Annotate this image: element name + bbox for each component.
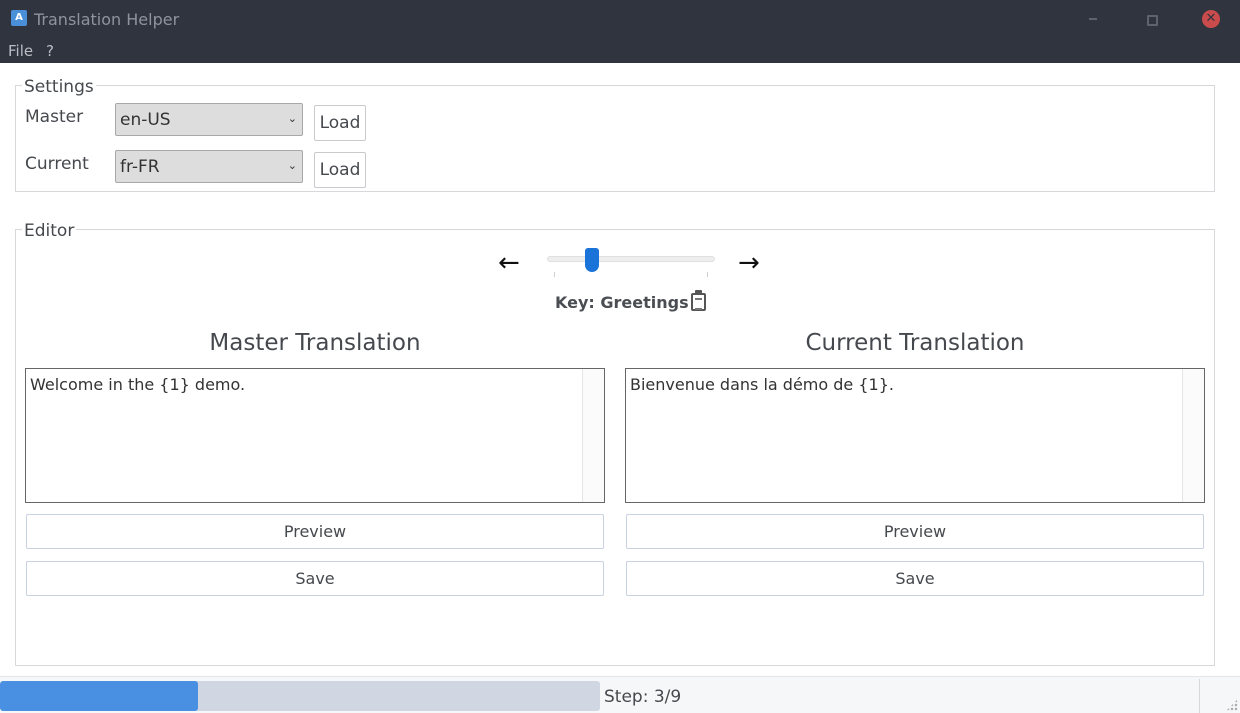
clipboard-icon[interactable] [690, 290, 706, 311]
menu-help[interactable]: ? [46, 43, 54, 60]
master-translation-title: Master Translation [209, 330, 421, 356]
master-save-button[interactable]: Save [26, 561, 604, 596]
master-scrollbar[interactable] [582, 369, 604, 502]
slider-handle[interactable] [585, 248, 599, 272]
status-bar: Step: 3/9 [0, 676, 1240, 713]
current-scrollbar[interactable] [1182, 369, 1204, 502]
chevron-down-icon: ⌄ [287, 159, 297, 172]
status-separator [1199, 679, 1200, 713]
master-language-value: en-US [120, 110, 171, 130]
close-icon[interactable]: ✕ [1202, 10, 1220, 28]
current-language-select[interactable]: fr-FR ⌄ [115, 150, 303, 183]
master-language-select[interactable]: en-US ⌄ [115, 103, 303, 136]
current-translation-title: Current Translation [805, 330, 1025, 356]
load-current-button[interactable]: Load [314, 152, 366, 188]
key-label: Key: Greetings [555, 290, 706, 313]
maximize-icon[interactable] [1142, 10, 1160, 28]
current-save-button[interactable]: Save [626, 561, 1204, 596]
next-key-button[interactable]: → [738, 250, 760, 276]
step-counter: Step: 3/9 [604, 687, 682, 707]
minimize-icon[interactable] [1084, 10, 1102, 28]
current-label: Current [25, 154, 89, 174]
load-master-button[interactable]: Load [314, 105, 366, 141]
current-preview-button[interactable]: Preview [626, 514, 1204, 549]
progress-fill [0, 681, 198, 711]
progress-bar [0, 681, 600, 711]
current-translation-textarea[interactable]: Bienvenue dans la démo de {1}. [625, 368, 1205, 503]
chevron-down-icon: ⌄ [287, 112, 297, 125]
settings-title: Settings [22, 77, 96, 97]
key-text: Key: Greetings [555, 293, 689, 312]
current-translation-text: Bienvenue dans la démo de {1}. [630, 375, 894, 394]
previous-key-button[interactable]: ← [498, 250, 520, 276]
window-title: Translation Helper [34, 10, 180, 29]
master-translation-textarea[interactable]: Welcome in the {1} demo. [25, 368, 605, 503]
slider-tick [707, 272, 708, 277]
editor-title: Editor [22, 221, 77, 241]
title-bar: A Translation Helper ✕ [0, 0, 1240, 40]
master-label: Master [25, 107, 84, 127]
key-slider[interactable] [547, 256, 715, 262]
current-language-value: fr-FR [120, 157, 160, 177]
master-preview-button[interactable]: Preview [26, 514, 604, 549]
master-translation-text: Welcome in the {1} demo. [30, 375, 246, 394]
app-icon: A [11, 10, 27, 26]
menu-file[interactable]: File [8, 43, 33, 60]
menu-bar: File ? [0, 40, 1240, 63]
slider-tick [554, 272, 555, 277]
resize-grip-icon[interactable] [1226, 699, 1238, 711]
